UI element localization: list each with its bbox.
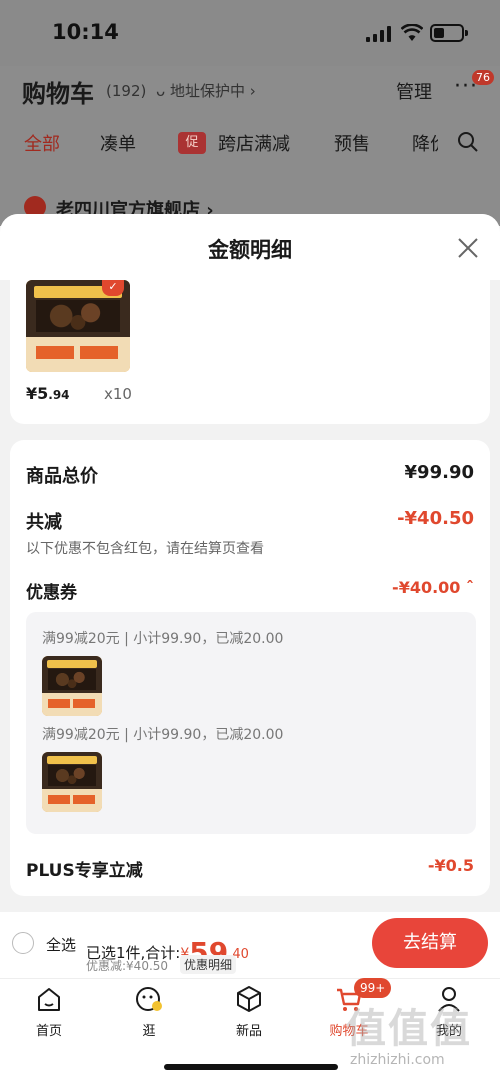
wifi-icon <box>401 24 423 41</box>
status-time: 10:14 <box>52 20 119 44</box>
plus-value: -¥0.5 <box>427 856 474 875</box>
tab-browse[interactable]: 逛 <box>114 984 184 1039</box>
coupon-product-image <box>42 752 102 812</box>
address-protect[interactable]: ᴗ 地址保护中 › <box>156 80 256 101</box>
tab-home[interactable]: 首页 <box>14 984 84 1039</box>
select-all-radio[interactable] <box>12 932 34 954</box>
more-badge: 76 <box>472 70 494 85</box>
product-price: ¥5.94 <box>26 384 70 403</box>
plus-label: PLUS专享立减 <box>26 861 143 881</box>
tab-presale[interactable]: 预售 <box>334 130 370 156</box>
coupon-line: 满99减20元 | 小计99.90，已减20.00 <box>42 727 284 743</box>
page-title: 购物车 <box>22 80 94 108</box>
coupon-line: 满99减20元 | 小计99.90，已减20.00 <box>42 631 284 647</box>
signal-icon <box>366 26 392 42</box>
discount-note: 以下优惠不包含红包，请在结算页查看 <box>26 541 264 557</box>
watermark-url: zhizhizhi.com <box>350 1052 445 1068</box>
reduce-label: 共减 <box>26 512 62 533</box>
cart-count: (192) <box>106 82 147 100</box>
home-indicator <box>164 1064 338 1070</box>
manage-button[interactable]: 管理 <box>396 78 432 104</box>
close-icon[interactable] <box>456 236 480 260</box>
total-value: ¥99.90 <box>404 462 474 483</box>
watermark-logo: 值值值 <box>346 1006 472 1052</box>
tab-cross-store[interactable]: 跨店满减 <box>218 130 290 156</box>
battery-icon <box>430 24 468 42</box>
coupon-value[interactable]: -¥40.00 ˆ <box>392 578 474 597</box>
tab-all[interactable]: 全部 <box>24 130 60 156</box>
select-all-label[interactable]: 全选 <box>46 934 76 955</box>
sheet-title: 金额明细 <box>208 238 292 262</box>
checkout-button[interactable]: 去结算 <box>372 918 488 968</box>
reduce-value: -¥40.50 <box>397 508 474 529</box>
search-icon[interactable] <box>456 130 480 154</box>
promo-tag: 促 <box>178 132 206 154</box>
browse-icon <box>136 987 162 1011</box>
tab-new[interactable]: 新品 <box>214 984 284 1039</box>
coupon-product-image <box>42 656 102 716</box>
discount-detail-link[interactable]: 优惠明细 <box>180 955 237 974</box>
discount-amount: 优惠减:¥40.50 <box>86 959 169 973</box>
product-qty: x10 <box>104 385 132 403</box>
cart-badge: 99+ <box>354 978 392 998</box>
tab-combine[interactable]: 凑单 <box>100 130 136 156</box>
box-icon <box>237 986 261 1012</box>
home-icon <box>38 988 60 1011</box>
coupon-label: 优惠券 <box>26 583 77 603</box>
total-label: 商品总价 <box>26 466 98 487</box>
tab-price-drop[interactable]: 降价 <box>412 130 438 156</box>
selected-check-icon: ✓ <box>102 280 124 296</box>
category-tabs: 全部 凑单 跨店满减 预售 降价 <box>0 130 500 160</box>
